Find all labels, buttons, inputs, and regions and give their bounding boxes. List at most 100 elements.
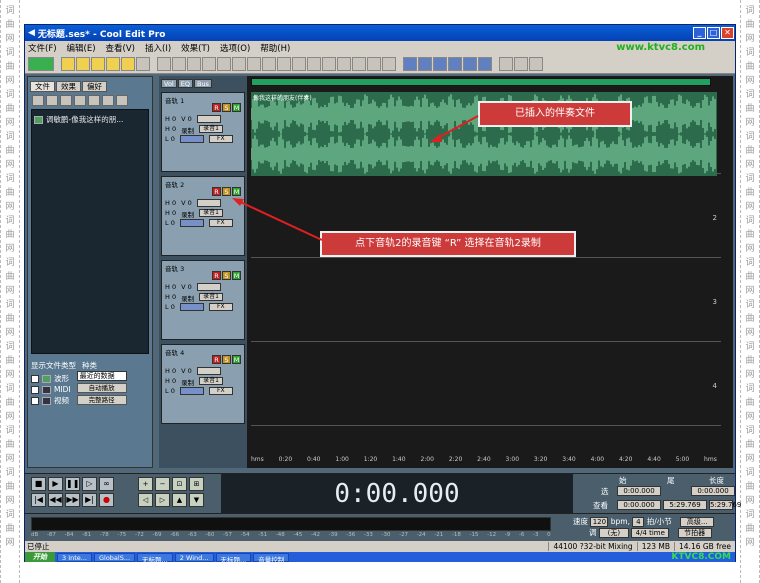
mix-button[interactable] — [277, 56, 291, 71]
midi-checkbox[interactable] — [31, 385, 39, 394]
metronome-button[interactable]: 节拍器 — [677, 528, 712, 538]
pan-value[interactable]: H 0 — [165, 199, 176, 207]
mixer-button[interactable] — [499, 56, 513, 71]
taskbar-item[interactable]: 无标题... — [215, 552, 252, 564]
pan-value[interactable]: H 0 — [165, 115, 176, 123]
cut-button[interactable] — [187, 56, 201, 71]
record-arm-button[interactable]: R — [212, 355, 221, 364]
fx-button[interactable]: FX — [208, 219, 233, 227]
taskbar-item[interactable]: 音量控制 — [253, 552, 290, 564]
delay-button[interactable] — [382, 56, 396, 71]
import-icon[interactable] — [46, 95, 58, 106]
menu-item[interactable]: 查看(V) — [106, 42, 135, 54]
record-source[interactable]: 录制 — [181, 377, 194, 387]
tab-eq[interactable]: EQ — [177, 79, 193, 88]
taskbar-item[interactable]: GlobalS... — [93, 552, 136, 562]
fx-button[interactable]: FX — [208, 303, 233, 311]
rewind-button[interactable]: ◀◀ — [48, 493, 63, 507]
settings-button[interactable] — [514, 56, 528, 71]
taskbar-item[interactable]: 无标题... — [137, 552, 173, 564]
pan-value[interactable]: H 0 — [165, 283, 176, 291]
record-source[interactable]: 录制 — [181, 209, 194, 219]
solo-button[interactable]: S — [222, 103, 231, 112]
tab-favorites[interactable]: 偏好 — [82, 81, 107, 92]
open-append-button[interactable] — [91, 56, 105, 71]
zoom-in-h-icon[interactable]: + — [138, 477, 153, 491]
start-button[interactable]: 开始 — [25, 552, 55, 562]
play-icon[interactable] — [102, 95, 114, 106]
view-toggle-button[interactable] — [28, 56, 54, 71]
maximize-button[interactable]: □ — [707, 27, 720, 39]
overview-bar[interactable] — [251, 78, 711, 86]
fx-button[interactable]: FX — [208, 387, 233, 395]
insert-icon[interactable] — [74, 95, 86, 106]
pan-value-2[interactable]: H 0 — [165, 293, 176, 303]
solo-button[interactable]: S — [222, 355, 231, 364]
stop-button[interactable]: ■ — [31, 477, 46, 491]
trim-button[interactable] — [232, 56, 246, 71]
solo-button[interactable]: S — [222, 187, 231, 196]
help-icon[interactable] — [116, 95, 128, 106]
input-button[interactable]: 录音1 — [199, 125, 224, 133]
pause-button[interactable]: ❚❚ — [65, 477, 80, 491]
time-sig-select[interactable]: 4/4 time — [631, 528, 670, 538]
input-button[interactable]: 录音1 — [199, 377, 224, 385]
minimize-button[interactable]: _ — [693, 27, 706, 39]
fx-button[interactable] — [403, 56, 417, 71]
stretch-button[interactable] — [337, 56, 351, 71]
tab-effects[interactable]: 效果 — [56, 81, 81, 92]
loop-button[interactable]: ∞ — [99, 477, 114, 491]
list-item[interactable]: 调敏鹏-像我这样的朋... — [34, 114, 146, 125]
taskbar-item[interactable]: 2 Wind... — [174, 552, 214, 562]
play-from-cursor-button[interactable]: ▷ — [82, 477, 97, 491]
amplify-button[interactable] — [307, 56, 321, 71]
wave-checkbox[interactable] — [31, 374, 39, 383]
bus-button[interactable] — [179, 219, 204, 227]
loop-button[interactable] — [463, 56, 477, 71]
input-button[interactable]: 录音1 — [199, 293, 224, 301]
go-start-button[interactable]: |◀ — [31, 493, 46, 507]
zoom-full-icon[interactable]: ⊡ — [172, 477, 187, 491]
view-end-field[interactable]: 5:29.769 — [663, 500, 707, 510]
pan-value-2[interactable]: H 0 — [165, 209, 176, 219]
bus-button[interactable] — [179, 135, 204, 143]
silence-button[interactable] — [247, 56, 261, 71]
fx-rack-button[interactable] — [433, 56, 447, 71]
view-begin-field[interactable]: 0:00.000 — [617, 500, 661, 510]
output-button[interactable] — [196, 283, 221, 291]
volume-value[interactable]: V 0 — [181, 199, 192, 207]
menu-item[interactable]: 帮助(H) — [260, 42, 290, 54]
volume-value[interactable]: V 0 — [181, 283, 192, 291]
menu-item[interactable]: 选项(O) — [220, 42, 250, 54]
solo-button[interactable]: S — [222, 271, 231, 280]
tab-vol[interactable]: Vol — [161, 79, 177, 88]
menu-item[interactable]: 文件(F) — [28, 42, 57, 54]
sel-begin-field[interactable]: 0:00.000 — [617, 486, 661, 496]
mute-button[interactable]: M — [232, 355, 241, 364]
filter-button[interactable] — [367, 56, 381, 71]
mute-button[interactable]: M — [232, 187, 241, 196]
paste-button[interactable] — [202, 56, 216, 71]
zoom-sel-icon[interactable]: ⊞ — [189, 477, 204, 491]
close-button[interactable]: ✕ — [721, 27, 734, 39]
input-button[interactable]: 录音1 — [199, 209, 224, 217]
record-source[interactable]: 录制 — [181, 125, 194, 135]
sel-length-field[interactable]: 0:00.000 — [691, 486, 735, 496]
normalize-button[interactable] — [292, 56, 306, 71]
zoom-right-icon[interactable]: ▷ — [155, 493, 170, 507]
mix-paste-button[interactable] — [217, 56, 231, 71]
zoom-left-icon[interactable]: ◁ — [138, 493, 153, 507]
save-all-button[interactable] — [121, 56, 135, 71]
taskbar-item[interactable]: 3 Inte... — [57, 552, 92, 562]
track-lane-4[interactable]: 4 — [251, 342, 721, 426]
zoom-out-v-icon[interactable]: ▼ — [189, 493, 204, 507]
tab-files[interactable]: 文件 — [30, 81, 55, 92]
advanced-button[interactable]: 高级... — [680, 517, 715, 527]
record-arm-button[interactable]: R — [212, 187, 221, 196]
track-lane-3[interactable]: 3 — [251, 258, 721, 342]
close-file-button[interactable] — [136, 56, 150, 71]
open-file-button[interactable] — [76, 56, 90, 71]
save-button[interactable] — [106, 56, 120, 71]
fx-button[interactable]: FX — [208, 135, 233, 143]
view-length-field[interactable]: 5:29.769 — [709, 500, 741, 510]
